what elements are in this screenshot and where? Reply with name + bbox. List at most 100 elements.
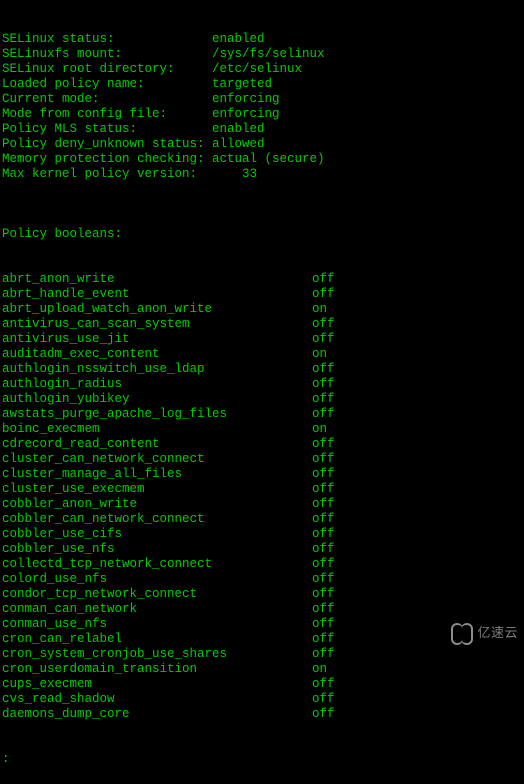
boolean-name: cron_userdomain_transition [2,662,312,677]
boolean-name: collectd_tcp_network_connect [2,557,312,572]
boolean-row: cobbler_use_nfsoff [2,542,522,557]
watermark: 亿速云 [451,621,518,643]
boolean-row: daemons_dump_coreoff [2,707,522,722]
status-line: Policy deny_unknown status: allowed [2,137,522,152]
boolean-value: off [312,602,335,617]
boolean-row: awstats_purge_apache_log_filesoff [2,407,522,422]
boolean-value: off [312,482,335,497]
boolean-row: cluster_use_execmemoff [2,482,522,497]
boolean-name: cobbler_can_network_connect [2,512,312,527]
selinux-status-block: SELinux status: enabledSELinuxfs mount: … [2,32,522,182]
boolean-value: off [312,332,335,347]
boolean-value: off [312,617,335,632]
boolean-row: condor_tcp_network_connectoff [2,587,522,602]
boolean-value: off [312,692,335,707]
boolean-value: off [312,557,335,572]
status-line: Loaded policy name: targeted [2,77,522,92]
boolean-row: cluster_manage_all_filesoff [2,467,522,482]
boolean-value: off [312,317,335,332]
watermark-logo-icon [451,621,473,643]
boolean-value: on [312,662,327,677]
boolean-row: abrt_upload_watch_anon_writeon [2,302,522,317]
status-line: Policy MLS status: enabled [2,122,522,137]
boolean-name: awstats_purge_apache_log_files [2,407,312,422]
boolean-row: cvs_read_shadowoff [2,692,522,707]
boolean-name: cron_can_relabel [2,632,312,647]
boolean-value: off [312,467,335,482]
boolean-row: authlogin_radiusoff [2,377,522,392]
boolean-name: abrt_upload_watch_anon_write [2,302,312,317]
boolean-name: cvs_read_shadow [2,692,312,707]
boolean-value: off [312,287,335,302]
status-line: Memory protection checking: actual (secu… [2,152,522,167]
status-line: SELinuxfs mount: /sys/fs/selinux [2,47,522,62]
boolean-value: off [312,572,335,587]
boolean-row: cron_userdomain_transitionon [2,662,522,677]
boolean-row: abrt_handle_eventoff [2,287,522,302]
boolean-row: conman_use_nfsoff [2,617,522,632]
boolean-row: antivirus_can_scan_systemoff [2,317,522,332]
boolean-value: off [312,512,335,527]
pager-prompt[interactable]: : [2,752,522,767]
boolean-name: condor_tcp_network_connect [2,587,312,602]
watermark-text: 亿速云 [477,625,518,640]
booleans-header: Policy booleans: [2,227,522,242]
boolean-value: off [312,632,335,647]
status-line: SELinux status: enabled [2,32,522,47]
boolean-name: cluster_use_execmem [2,482,312,497]
boolean-name: authlogin_nsswitch_use_ldap [2,362,312,377]
boolean-name: cdrecord_read_content [2,437,312,452]
boolean-value: off [312,362,335,377]
boolean-value: off [312,452,335,467]
boolean-name: cups_execmem [2,677,312,692]
boolean-name: authlogin_yubikey [2,392,312,407]
boolean-name: auditadm_exec_content [2,347,312,362]
status-line: Max kernel policy version: 33 [2,167,522,182]
boolean-row: cron_can_relabeloff [2,632,522,647]
boolean-value: off [312,392,335,407]
boolean-value: off [312,437,335,452]
boolean-name: colord_use_nfs [2,572,312,587]
boolean-name: daemons_dump_core [2,707,312,722]
boolean-name: cluster_can_network_connect [2,452,312,467]
boolean-row: cdrecord_read_contentoff [2,437,522,452]
boolean-row: authlogin_nsswitch_use_ldapoff [2,362,522,377]
boolean-name: boinc_execmem [2,422,312,437]
boolean-name: cobbler_anon_write [2,497,312,512]
boolean-name: antivirus_use_jit [2,332,312,347]
status-line: Current mode: enforcing [2,92,522,107]
boolean-row: boinc_execmemon [2,422,522,437]
boolean-row: cluster_can_network_connectoff [2,452,522,467]
boolean-row: cobbler_use_cifsoff [2,527,522,542]
boolean-value: off [312,677,335,692]
terminal-output[interactable]: SELinux status: enabledSELinuxfs mount: … [0,0,524,784]
boolean-row: colord_use_nfsoff [2,572,522,587]
boolean-value: on [312,422,327,437]
boolean-value: off [312,707,335,722]
boolean-value: on [312,302,327,317]
boolean-row: authlogin_yubikeyoff [2,392,522,407]
boolean-row: cobbler_can_network_connectoff [2,512,522,527]
boolean-name: abrt_anon_write [2,272,312,287]
boolean-row: cups_execmemoff [2,677,522,692]
boolean-row: auditadm_exec_contenton [2,347,522,362]
boolean-name: cobbler_use_nfs [2,542,312,557]
boolean-name: conman_can_network [2,602,312,617]
boolean-name: conman_use_nfs [2,617,312,632]
boolean-value: on [312,347,327,362]
boolean-name: cluster_manage_all_files [2,467,312,482]
boolean-value: off [312,377,335,392]
boolean-row: abrt_anon_writeoff [2,272,522,287]
boolean-value: off [312,497,335,512]
boolean-name: antivirus_can_scan_system [2,317,312,332]
boolean-value: off [312,542,335,557]
boolean-row: cobbler_anon_writeoff [2,497,522,512]
boolean-name: authlogin_radius [2,377,312,392]
status-line: SELinux root directory: /etc/selinux [2,62,522,77]
boolean-name: abrt_handle_event [2,287,312,302]
boolean-value: off [312,272,335,287]
boolean-row: conman_can_networkoff [2,602,522,617]
status-line: Mode from config file: enforcing [2,107,522,122]
boolean-value: off [312,527,335,542]
boolean-name: cobbler_use_cifs [2,527,312,542]
